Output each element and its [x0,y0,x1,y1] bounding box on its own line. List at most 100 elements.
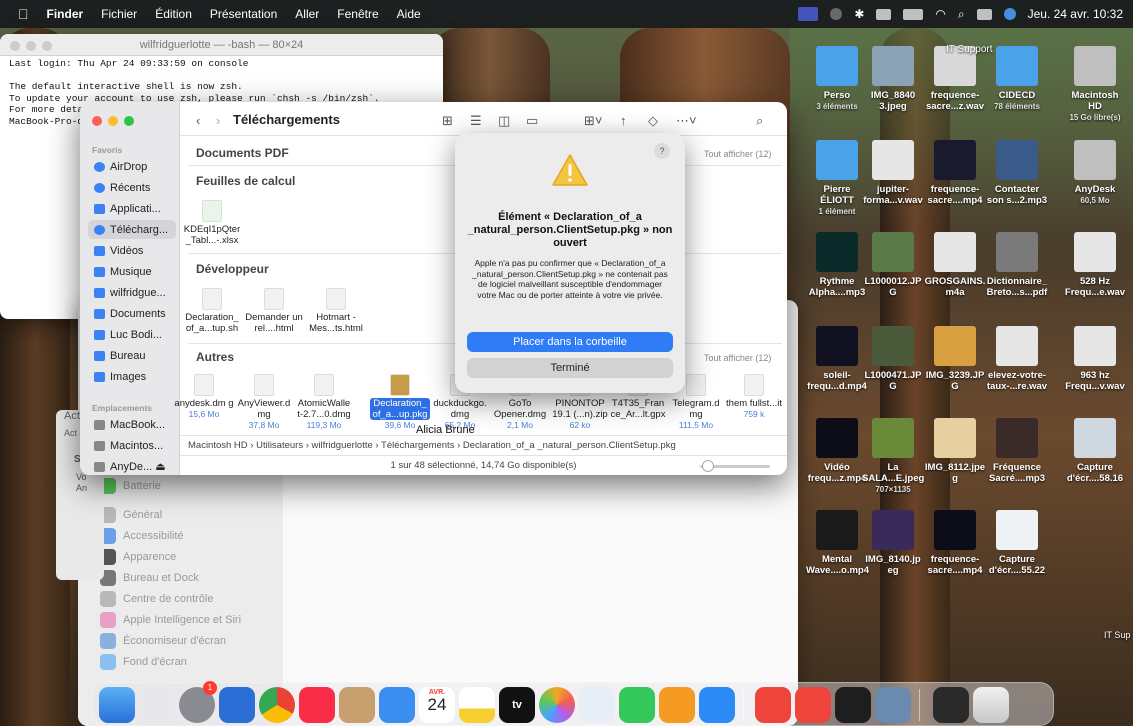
desktop-item[interactable]: Rythme Alpha....mp3 [806,232,868,298]
zoom-button[interactable] [124,116,134,126]
desktop-item[interactable]: La SALA...E.jpeg 707×1135 [862,418,924,495]
settings-item-centre-controle[interactable]: Centre de contrôle [100,591,214,607]
desktop-item[interactable]: Fréquence Sacré....mp3 [986,418,1048,484]
sidebar-item-documents[interactable]: Documents [88,304,176,323]
sidebar-item-recents[interactable]: Récents [88,178,176,197]
file-item-selected[interactable]: Declaration_ of_a...up.pkg 39,6 Mo [370,374,430,431]
finder-icon[interactable] [99,687,135,723]
spotlight-icon[interactable]: ⌕ [958,7,965,22]
more-actions-icon[interactable]: ⋯˅ [676,113,697,129]
launchpad-icon[interactable] [139,687,175,723]
settings-item-general[interactable]: Général [100,507,162,523]
sidebar-item-images[interactable]: Images [88,367,176,386]
sidebar-location-anydesk[interactable]: AnyDe... ⏏ [88,457,176,475]
chrome-icon[interactable] [259,687,295,723]
desktop-item[interactable]: GROSGAINS. m4a [924,232,986,298]
path-bar[interactable]: Macintosh HD › Utilisateurs › wilfridgue… [180,435,787,455]
settings-item-apparence[interactable]: Apparence [100,549,176,565]
photos-icon[interactable] [539,687,575,723]
screen-share-icon[interactable] [798,7,819,21]
sidebar-item-applications[interactable]: Applicati... [88,199,176,218]
menu-clock[interactable]: Jeu. 24 avr. 10:32 [1028,7,1123,21]
group-icon[interactable]: ⊞˅ [584,113,602,129]
sidebar-location-macbook[interactable]: MacBook... [88,415,176,434]
sidebar-item-musique[interactable]: Musique [88,262,176,281]
done-button[interactable]: Terminé [467,358,673,378]
desktop-item[interactable]: frequence- sacre...z.wav [924,46,986,112]
desktop-item[interactable]: IMG_3239.JP G [924,326,986,392]
terminal-titlebar[interactable]: wilfridguerlotte — -bash — 80×24 [0,34,443,56]
close-button[interactable] [10,41,20,51]
settings-item-bureau-dock[interactable]: Bureau et Dock [100,570,199,586]
battery-icon[interactable] [903,8,924,20]
apple-tv-icon[interactable]: tv [499,687,535,723]
desktop-item[interactable]: 528 Hz Frequ...e.wav [1064,232,1126,298]
zoom-button[interactable] [42,41,52,51]
maps-icon[interactable] [579,687,615,723]
search-icon[interactable]: ⌕ [756,113,763,129]
file-item[interactable]: AnyViewer.d mg 37,8 Mo [234,374,294,431]
menu-fichier[interactable]: Fichier [101,7,137,21]
desktop-item[interactable]: IMG_8112.jpe g [924,418,986,484]
desktop-item[interactable]: frequence- sacre....mp4 [924,140,986,206]
desktop-item[interactable]: Dictionnaire_ Breto...s...pdf [986,232,1048,298]
desktop-item[interactable]: CIDECD 78 éléments [986,46,1048,112]
desktop-item[interactable]: Perso 3 éléments [806,46,868,112]
menu-presentation[interactable]: Présentation [210,7,277,21]
trash-icon[interactable] [973,687,1009,723]
file-item[interactable]: KDEqI1pQter _Tabl...-.xlsx [182,200,242,246]
desktop-item[interactable]: elevez-votre- taux-...re.wav [986,326,1048,392]
sidebar-item-videos[interactable]: Vidéos [88,241,176,260]
help-button[interactable]: ? [654,143,670,159]
recent-document-icon[interactable] [933,687,969,723]
desktop-item[interactable]: Vidéo frequ...z.mp4 [806,418,868,484]
menu-aller[interactable]: Aller [295,7,319,21]
see-all-pdf-link[interactable]: Tout afficher (12) [704,149,771,159]
minimize-button[interactable] [108,116,118,126]
books-icon[interactable] [659,687,695,723]
file-item[interactable]: anydesk.dm g 15,6 Mo [174,374,234,420]
desktop-item[interactable]: L1000471.JP G [862,326,924,392]
sidebar-location-macintosh-hd[interactable]: Macintos... [88,436,176,455]
word-icon[interactable] [219,687,255,723]
it-support-label[interactable]: IT Sup [1104,630,1130,640]
it-support-label[interactable]: IT Support [946,44,993,55]
file-item[interactable]: AtomicWalle t-2.7...0.dmg 119,3 Mo [294,374,354,431]
settings-item-fond-ecran[interactable]: Fond d'écran [100,654,187,670]
file-item[interactable]: Declaration_ of_a...tup.sh [182,288,242,334]
music-icon[interactable] [299,687,335,723]
menu-app-finder[interactable]: Finder [47,7,84,21]
sidebar-item-luc-bodi[interactable]: Luc Bodi... [88,325,176,344]
mail-icon[interactable] [379,687,415,723]
anydesk-icon[interactable] [755,687,791,723]
settings-item-batterie[interactable]: Batterie [100,478,161,494]
app-store-icon[interactable] [699,687,735,723]
sidebar-item-bureau[interactable]: Bureau [88,346,176,365]
desktop-item[interactable]: Macintosh HD 15 Go libre(s) [1064,46,1126,123]
sidebar-item-airdrop[interactable]: AirDrop [88,157,176,176]
terminal-icon[interactable] [835,687,871,723]
menu-aide[interactable]: Aide [397,7,421,21]
desktop-item[interactable]: Mental Wave....o.mp4 [806,510,869,576]
desktop-item[interactable]: IMG_8140.jp eg [862,510,924,576]
file-item[interactable]: Hotmart - Mes...ts.html [306,288,366,334]
apple-menu-icon[interactable]:  [18,6,29,22]
forward-icon[interactable]: › [216,113,220,128]
bluetooth-icon[interactable]: ✱ [854,7,864,21]
settings-item-accessibilite[interactable]: Accessibilité [100,528,184,544]
window-controls[interactable] [10,41,52,51]
menu-fenetre[interactable]: Fenêtre [337,7,378,21]
wifi-icon[interactable]: ◠ [935,7,945,21]
desktop-item[interactable]: AnyDesk 60,5 Mo [1064,140,1126,206]
gallery-view-icon[interactable]: ▭ [526,113,538,129]
move-to-trash-button[interactable]: Placer dans la corbeille [467,332,673,352]
desktop-item[interactable]: Capture d'écr....55.22 [986,510,1048,576]
status-icon[interactable] [830,8,843,20]
preview-icon[interactable] [875,687,911,723]
tag-icon[interactable]: ◇ [648,113,658,129]
file-item[interactable]: them fullst...it 759 k [724,374,784,420]
back-icon[interactable]: ‹ [196,113,200,128]
share-icon[interactable]: ↑ [620,113,627,128]
list-view-icon[interactable]: ☰ [470,113,482,129]
control-center-icon[interactable] [976,8,992,20]
